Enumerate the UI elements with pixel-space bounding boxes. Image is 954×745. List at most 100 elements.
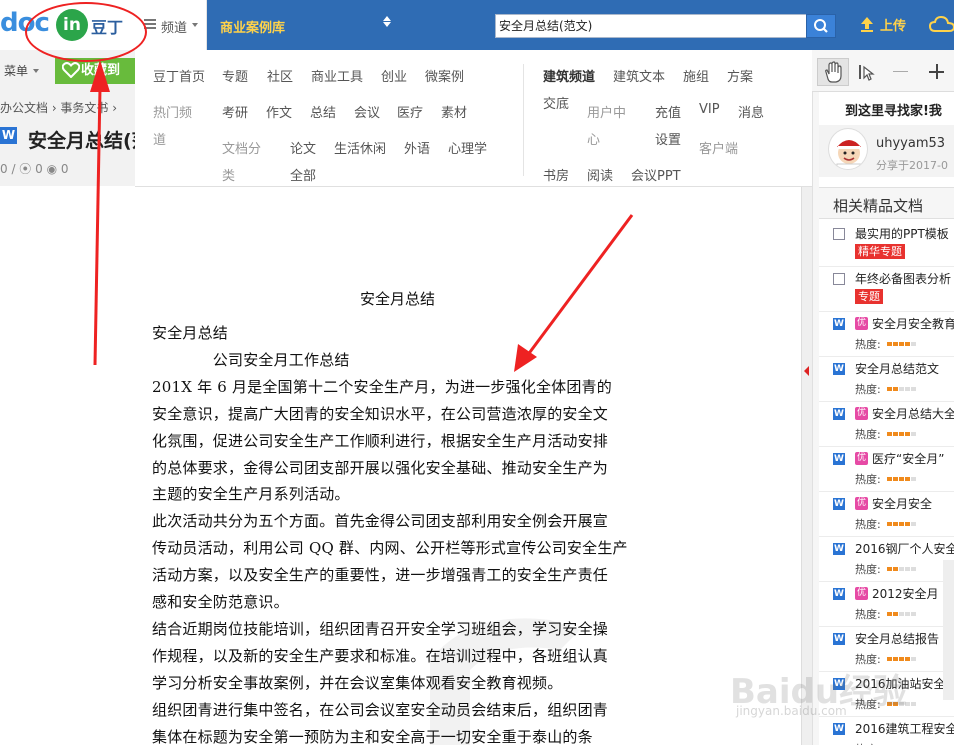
heat-meter — [887, 567, 917, 571]
heat-meter — [887, 387, 917, 391]
channel-menu-button[interactable]: 频道 — [135, 0, 207, 50]
heat-segment — [899, 567, 904, 571]
nav-business-tools[interactable]: 商业工具 — [311, 66, 363, 85]
related-doc-title[interactable]: 年终必备图表分析 — [855, 270, 951, 287]
collapse-sidebar-icon[interactable] — [804, 366, 809, 376]
zoom-in-icon[interactable] — [936, 64, 938, 79]
related-doc-title[interactable]: 安全月总结大全 — [872, 405, 954, 422]
uploader-name[interactable]: uhyyam53 — [876, 136, 945, 151]
breadcrumb[interactable]: 办公文档 › 事务文书 › — [0, 99, 117, 116]
premium-badge-icon: 优 — [855, 317, 868, 330]
topic-tag[interactable]: 专题 — [855, 289, 883, 304]
heat-segment — [911, 432, 916, 436]
related-doc-item[interactable]: W 安全月总结范文 热度: — [819, 357, 954, 402]
case-library-link[interactable]: 商业案例库 — [220, 17, 285, 36]
nav-read[interactable]: 阅读 — [587, 165, 613, 184]
nav-meeting-ppt[interactable]: 会议PPT — [631, 165, 681, 184]
search-button[interactable] — [806, 14, 836, 38]
related-doc-title[interactable]: 安全月总结范文 — [855, 360, 939, 377]
nav-community[interactable]: 社区 — [267, 66, 293, 85]
heat-segment — [905, 657, 910, 661]
related-doc-title[interactable]: 2016钢厂个人安全 — [855, 540, 954, 557]
nav-thesis[interactable]: 论文 — [290, 138, 316, 157]
user-center-label[interactable]: 用户中 — [587, 102, 626, 121]
chevron-down-icon — [192, 23, 198, 27]
hand-icon — [825, 61, 842, 83]
nav-study[interactable]: 书房 — [543, 165, 569, 184]
related-doc-title[interactable]: 安全月安全 — [872, 495, 932, 512]
nav-summary[interactable]: 总结 — [310, 102, 336, 121]
nav-essay[interactable]: 作文 — [266, 102, 292, 121]
cloud-icon[interactable] — [929, 14, 954, 34]
heat-segment — [911, 612, 916, 616]
nav-messages[interactable]: 消息 — [738, 102, 764, 121]
zoom-out-button[interactable] — [893, 71, 908, 72]
related-doc-item[interactable]: W 优医疗“安全月” 热度: — [819, 447, 954, 492]
related-doc-item[interactable]: W 优 2012安全月 热度: — [819, 582, 954, 627]
upload-icon[interactable] — [859, 16, 875, 32]
related-doc-item[interactable]: W 优安全月安全 热度: — [819, 492, 954, 537]
user-center-label-2[interactable]: 心 — [587, 129, 600, 148]
document-line: 化氛围，促进公司安全生产工作顺利进行，根据安全生产月活动安排 — [152, 432, 609, 450]
select-tool-button[interactable] — [856, 62, 876, 87]
upload-button[interactable]: 上传 — [880, 15, 906, 34]
related-doc-title[interactable]: 安全月安全教育 — [872, 315, 954, 332]
nav-materials[interactable]: 素材 — [441, 102, 467, 121]
related-doc-item[interactable]: W 2016钢厂个人安全 热度: — [819, 537, 954, 582]
nav-medical[interactable]: 医疗 — [397, 102, 423, 121]
related-doc-title[interactable]: 安全月总结报告 — [855, 630, 939, 647]
topic-tag[interactable]: 精华专题 — [855, 244, 905, 259]
heat-segment — [899, 522, 904, 526]
premium-badge-icon: 优 — [855, 587, 868, 600]
doc-stats: 0 / ⦿ 0 ◉ 0 — [0, 162, 69, 176]
nav-vip[interactable]: VIP — [699, 102, 720, 117]
related-doc-item[interactable]: W 2016建筑工程安全热度: — [819, 717, 954, 745]
heat-segment — [911, 522, 916, 526]
nav-meeting[interactable]: 会议 — [354, 102, 380, 121]
hand-tool-button[interactable] — [817, 58, 849, 86]
related-doc-item[interactable]: 年终必备图表分析 专题 — [819, 267, 954, 312]
nav-plans[interactable]: 方案 — [727, 66, 753, 85]
related-doc-item[interactable]: W 优安全月总结大全 热度: — [819, 402, 954, 447]
nav-startup[interactable]: 创业 — [381, 66, 407, 85]
related-doc-title[interactable]: 2012安全月 — [872, 585, 939, 602]
nav-life[interactable]: 生活休闲 — [334, 138, 386, 157]
caret-up-icon[interactable] — [383, 16, 391, 21]
word-doc-icon: W — [833, 453, 845, 465]
heat-segment — [887, 657, 892, 661]
word-doc-icon: W — [833, 498, 845, 510]
nav-recharge[interactable]: 充值 — [655, 102, 681, 121]
heat-segment — [911, 342, 916, 346]
heat-segment — [899, 432, 904, 436]
avatar[interactable] — [828, 128, 868, 170]
related-doc-item[interactable]: 最实用的PPT模板 精华专题 — [819, 222, 954, 267]
nav-settings[interactable]: 设置 — [655, 129, 681, 148]
related-doc-title[interactable]: 2016建筑工程安全 — [855, 720, 954, 737]
document-line: 学习分析安全事故案例，并在会议室集体观看安全教育视频。 — [152, 674, 563, 692]
channel-label: 频道 — [161, 21, 188, 36]
nav-topics[interactable]: 专题 — [222, 66, 248, 85]
nav-kaoyan[interactable]: 考研 — [222, 102, 248, 121]
nav-construction-text[interactable]: 建筑文本 — [613, 66, 665, 85]
nav-disclosure[interactable]: 交底 — [543, 93, 569, 112]
sidebar-scrollbar[interactable] — [943, 560, 954, 700]
dropdown-divider — [523, 64, 524, 176]
search-input[interactable]: 安全月总结(范文) — [495, 14, 807, 38]
doc-category-label: 文档分 — [222, 142, 262, 157]
sidebar-promo-text[interactable]: 到这里寻找家!我 — [845, 100, 942, 119]
related-doc-title[interactable]: 最实用的PPT模板 — [855, 225, 949, 242]
related-doc-item[interactable]: W 优安全月安全教育 热度: — [819, 312, 954, 357]
nav-foreign-lang[interactable]: 外语 — [404, 138, 430, 157]
nav-construction-channel[interactable]: 建筑频道 — [543, 66, 595, 85]
caret-down-icon[interactable] — [383, 22, 391, 27]
nav-construction-org[interactable]: 施组 — [683, 66, 709, 85]
nav-psychology[interactable]: 心理学 — [448, 138, 487, 157]
nav-all[interactable]: 全部 — [290, 165, 316, 184]
nav-client[interactable]: 客户端 — [699, 138, 738, 157]
menu-button[interactable]: 菜单 — [4, 62, 28, 79]
related-doc-title[interactable]: 医疗“安全月” — [872, 450, 944, 467]
heat-segment — [887, 342, 892, 346]
heat-segment — [911, 702, 916, 706]
nav-home[interactable]: 豆丁首页 — [153, 66, 205, 85]
nav-micro-cases[interactable]: 微案例 — [425, 66, 464, 85]
